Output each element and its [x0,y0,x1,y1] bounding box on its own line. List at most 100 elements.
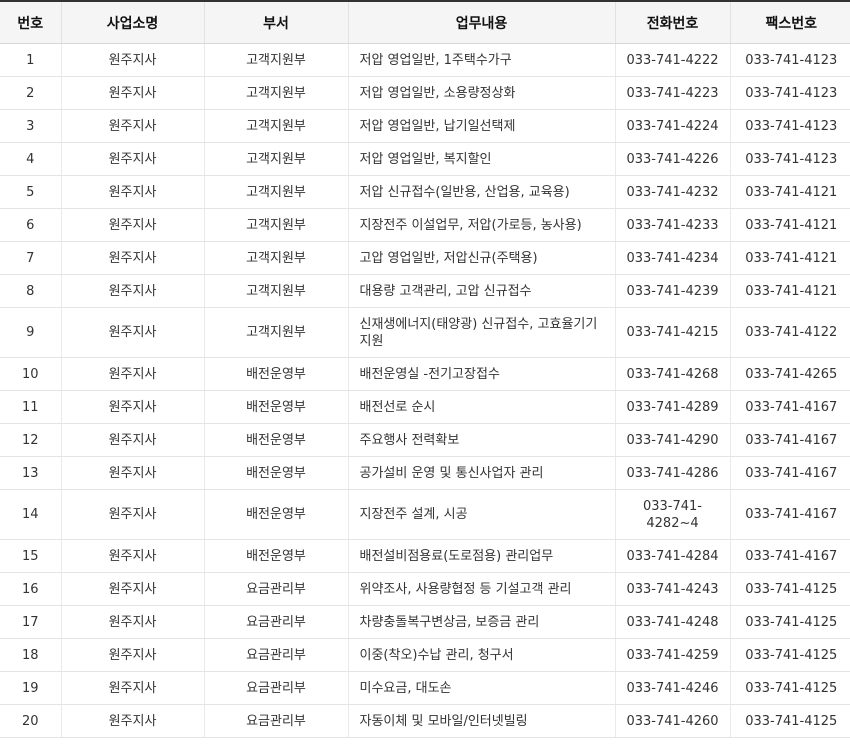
cell-no: 3 [0,109,61,143]
cell-dept: 고객지원부 [203,76,348,110]
table-row: 3 원주지사 고객지원부 저압 영업일반, 납기일선택제 033-741-4224 033… [0,109,850,143]
table-header: 번호 사업소명 부서 업무내용 전화번호 팩스번호 [0,1,850,44]
cell-fax: 033-741-4122 [729,307,850,358]
cell-work: 배전설비점용료(도로점용) 관리업무 [347,539,615,573]
cell-dept: 요금관리부 [203,605,348,639]
cell-fax: 033-741-4121 [729,274,850,308]
cell-office: 원주지사 [60,456,204,490]
table-row: 7 원주지사 고객지원부 고압 영업일반, 저압신규(주택용) 033-741-4234… [0,241,850,275]
header-tel: 전화번호 [614,1,730,44]
cell-fax: 033-741-4123 [729,76,850,110]
cell-no: 6 [0,208,61,242]
cell-dept: 고객지원부 [203,241,348,275]
cell-no: 15 [0,539,61,573]
cell-office: 원주지사 [60,76,204,110]
cell-fax: 033-741-4167 [729,456,850,490]
cell-work: 자동이체 및 모바일/인터넷빌링 [347,704,615,738]
cell-office: 원주지사 [60,208,204,242]
cell-office: 원주지사 [60,489,204,540]
cell-no: 8 [0,274,61,308]
cell-dept: 배전운영부 [203,357,348,391]
cell-fax: 033-741-4125 [729,704,850,738]
header-dept: 부서 [203,1,348,44]
cell-tel: 033-741-4289 [614,390,730,424]
table-row: 18 원주지사 요금관리부 이중(착오)수납 관리, 청구서 033-741-4259 0… [0,638,850,672]
cell-work: 저압 영업일반, 1주택수가구 [347,43,615,77]
cell-dept: 요금관리부 [203,671,348,705]
cell-fax: 033-741-4125 [729,605,850,639]
cell-fax: 033-741-4121 [729,241,850,275]
cell-dept: 배전운영부 [203,539,348,573]
cell-office: 원주지사 [60,539,204,573]
cell-no: 9 [0,307,61,358]
table-row: 15 원주지사 배전운영부 배전설비점용료(도로점용) 관리업무 033-741-428… [0,539,850,573]
cell-no: 12 [0,423,61,457]
cell-work: 저압 영업일반, 납기일선택제 [347,109,615,143]
cell-dept: 배전운영부 [203,390,348,424]
cell-no: 19 [0,671,61,705]
cell-work: 저압 영업일반, 소용량정상화 [347,76,615,110]
cell-office: 원주지사 [60,704,204,738]
cell-fax: 033-741-4123 [729,109,850,143]
cell-tel: 033-741-4259 [614,638,730,672]
cell-tel: 033-741-4290 [614,423,730,457]
cell-fax: 033-741-4167 [729,390,850,424]
cell-office: 원주지사 [60,390,204,424]
cell-office: 원주지사 [60,241,204,275]
cell-fax: 033-741-4265 [729,357,850,391]
cell-office: 원주지사 [60,638,204,672]
table-row: 4 원주지사 고객지원부 저압 영업일반, 복지할인 033-741-4226 033-7… [0,142,850,176]
table-row: 6 원주지사 고객지원부 지장전주 이설업무, 저압(가로등, 농사용) 033-741… [0,208,850,242]
cell-no: 18 [0,638,61,672]
cell-work: 신재생에너지(태양광) 신규접수, 고효율기기지원 [347,307,615,358]
cell-tel: 033-741-4224 [614,109,730,143]
cell-fax: 033-741-4125 [729,671,850,705]
cell-tel: 033-741-4232 [614,175,730,209]
cell-no: 10 [0,357,61,391]
cell-no: 2 [0,76,61,110]
cell-dept: 고객지원부 [203,307,348,358]
cell-work: 고압 영업일반, 저압신규(주택용) [347,241,615,275]
cell-fax: 033-741-4121 [729,175,850,209]
cell-fax: 033-741-4167 [729,539,850,573]
cell-office: 원주지사 [60,605,204,639]
cell-tel: 033-741-4226 [614,142,730,176]
cell-dept: 배전운영부 [203,456,348,490]
cell-tel: 033-741-4243 [614,572,730,606]
table-row: 10 원주지사 배전운영부 배전운영실 -전기고장접수 033-741-4268 033-… [0,357,850,391]
cell-tel: 033-741-4248 [614,605,730,639]
cell-dept: 배전운영부 [203,423,348,457]
table-body: 1 원주지사 고객지원부 저압 영업일반, 1주택수가구 033-741-4222 033… [0,43,850,738]
cell-no: 13 [0,456,61,490]
cell-tel: 033-741-4234 [614,241,730,275]
cell-fax: 033-741-4125 [729,638,850,672]
cell-no: 17 [0,605,61,639]
cell-tel: 033-741-4268 [614,357,730,391]
cell-work: 배전선로 순시 [347,390,615,424]
header-row: 번호 사업소명 부서 업무내용 전화번호 팩스번호 [0,1,850,44]
cell-fax: 033-741-4121 [729,208,850,242]
table-row: 14 원주지사 배전운영부 지장전주 설계, 시공 033-741-4282~4 033-… [0,489,850,540]
cell-office: 원주지사 [60,43,204,77]
cell-work: 지장전주 설계, 시공 [347,489,615,540]
cell-office: 원주지사 [60,671,204,705]
cell-work: 위약조사, 사용량협정 등 기설고객 관리 [347,572,615,606]
cell-office: 원주지사 [60,572,204,606]
header-fax: 팩스번호 [729,1,850,44]
cell-dept: 고객지원부 [203,274,348,308]
cell-tel: 033-741-4286 [614,456,730,490]
cell-dept: 배전운영부 [203,489,348,540]
cell-work: 지장전주 이설업무, 저압(가로등, 농사용) [347,208,615,242]
cell-fax: 033-741-4123 [729,142,850,176]
cell-tel: 033-741-4222 [614,43,730,77]
table-row: 11 원주지사 배전운영부 배전선로 순시 033-741-4289 033-741-41… [0,390,850,424]
cell-tel: 033-741-4282~4 [614,489,730,540]
cell-fax: 033-741-4167 [729,489,850,540]
table-row: 9 원주지사 고객지원부 신재생에너지(태양광) 신규접수, 고효율기기지원 033-7… [0,307,850,358]
cell-tel: 033-741-4246 [614,671,730,705]
cell-office: 원주지사 [60,142,204,176]
table-row: 13 원주지사 배전운영부 공가설비 운영 및 통신사업자 관리 033-741-428… [0,456,850,490]
cell-office: 원주지사 [60,274,204,308]
cell-tel: 033-741-4284 [614,539,730,573]
table-row: 20 원주지사 요금관리부 자동이체 및 모바일/인터넷빌링 033-741-4260 0… [0,704,850,738]
